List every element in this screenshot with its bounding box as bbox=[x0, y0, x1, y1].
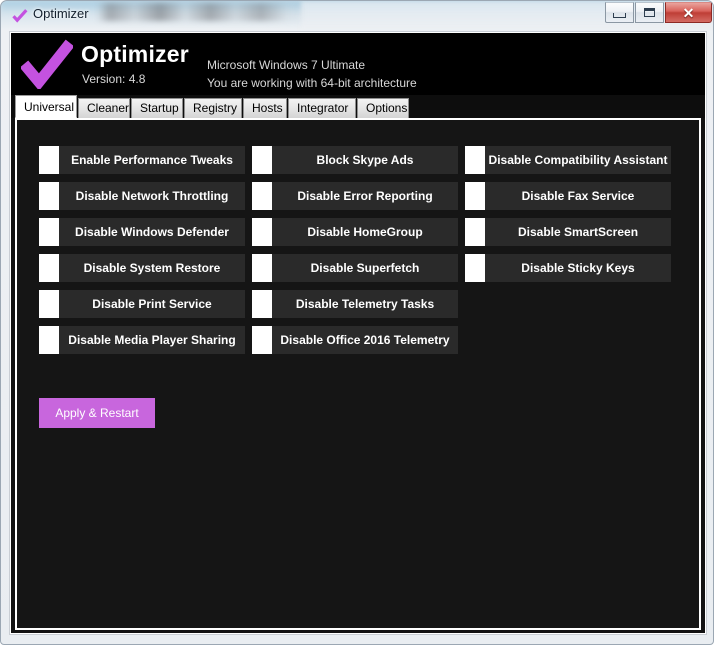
tweak-row: Disable Office 2016 Telemetry bbox=[252, 326, 458, 354]
close-icon: ✕ bbox=[683, 6, 695, 20]
tweak-checkbox[interactable] bbox=[39, 182, 59, 210]
tweak-checkbox[interactable] bbox=[465, 182, 485, 210]
tab-startup[interactable]: Startup bbox=[131, 98, 183, 118]
tweak-row: Disable SmartScreen bbox=[465, 218, 671, 246]
tweak-button[interactable]: Disable Office 2016 Telemetry bbox=[272, 326, 458, 354]
tab-integrator[interactable]: Integrator bbox=[288, 98, 356, 118]
tweak-checkbox[interactable] bbox=[39, 290, 59, 318]
tweak-row: Disable Print Service bbox=[39, 290, 245, 318]
tweak-button[interactable]: Disable Error Reporting bbox=[272, 182, 458, 210]
tab-hosts[interactable]: Hosts bbox=[243, 98, 287, 118]
brand-version: Version: 4.8 bbox=[82, 72, 145, 86]
tab-panel-universal: Enable Performance Tweaks Disable Network… bbox=[15, 118, 701, 630]
tweak-checkbox[interactable] bbox=[39, 326, 59, 354]
tweak-row: Disable Error Reporting bbox=[252, 182, 458, 210]
tweak-checkbox[interactable] bbox=[252, 290, 272, 318]
title-bar[interactable]: Optimizer ✕ bbox=[1, 1, 714, 31]
tab-options[interactable]: Options bbox=[357, 98, 409, 118]
tweak-button[interactable]: Block Skype Ads bbox=[272, 146, 458, 174]
tweak-grid: Enable Performance Tweaks Disable Network… bbox=[17, 120, 699, 628]
window-controls: ✕ bbox=[605, 2, 712, 24]
minimize-button[interactable] bbox=[605, 2, 634, 23]
tweak-row: Disable Telemetry Tasks bbox=[252, 290, 458, 318]
tweak-button[interactable]: Disable Telemetry Tasks bbox=[272, 290, 458, 318]
optimizer-logo-icon bbox=[21, 39, 73, 89]
tweak-checkbox[interactable] bbox=[252, 326, 272, 354]
window-checkmark-icon bbox=[11, 7, 29, 25]
maximize-button[interactable] bbox=[635, 2, 664, 23]
maximize-icon bbox=[644, 8, 655, 17]
tweak-checkbox[interactable] bbox=[465, 146, 485, 174]
application-window: Optimizer ✕ Optimizer Version: 4.8 Micr bbox=[0, 0, 714, 645]
tweak-row: Disable System Restore bbox=[39, 254, 245, 282]
tweak-button[interactable]: Disable Fax Service bbox=[485, 182, 671, 210]
apply-and-restart-button[interactable]: Apply & Restart bbox=[39, 398, 155, 428]
tweak-row: Disable Sticky Keys bbox=[465, 254, 671, 282]
minimize-icon bbox=[613, 13, 626, 18]
tweak-button[interactable]: Disable System Restore bbox=[59, 254, 245, 282]
tab-cleaner[interactable]: Cleaner bbox=[78, 98, 130, 118]
tweak-row: Disable Fax Service bbox=[465, 182, 671, 210]
tweak-checkbox[interactable] bbox=[39, 218, 59, 246]
tab-strip: UniversalCleanerStartupRegistryHostsInte… bbox=[11, 95, 705, 118]
tweak-button[interactable]: Disable Sticky Keys bbox=[485, 254, 671, 282]
tweak-button[interactable]: Enable Performance Tweaks bbox=[59, 146, 245, 174]
tweak-button[interactable]: Disable Windows Defender bbox=[59, 218, 245, 246]
tweak-button[interactable]: Disable SmartScreen bbox=[485, 218, 671, 246]
tweak-button[interactable]: Disable Network Throttling bbox=[59, 182, 245, 210]
tweak-button[interactable]: Disable HomeGroup bbox=[272, 218, 458, 246]
tab-universal[interactable]: Universal bbox=[15, 95, 77, 118]
close-button[interactable]: ✕ bbox=[665, 2, 712, 23]
tweak-row: Disable Windows Defender bbox=[39, 218, 245, 246]
tweak-checkbox[interactable] bbox=[252, 146, 272, 174]
tweak-row: Disable Network Throttling bbox=[39, 182, 245, 210]
tweak-row: Disable HomeGroup bbox=[252, 218, 458, 246]
tweak-button[interactable]: Disable Compatibility Assistant bbox=[485, 146, 671, 174]
tweak-checkbox[interactable] bbox=[465, 218, 485, 246]
tweak-row: Block Skype Ads bbox=[252, 146, 458, 174]
tweak-row: Disable Media Player Sharing bbox=[39, 326, 245, 354]
tweak-row: Disable Superfetch bbox=[252, 254, 458, 282]
tweak-checkbox[interactable] bbox=[39, 254, 59, 282]
brand-name: Optimizer bbox=[81, 41, 189, 68]
os-architecture: You are working with 64-bit architecture bbox=[207, 76, 417, 90]
tweak-button[interactable]: Disable Media Player Sharing bbox=[59, 326, 245, 354]
client-area: Optimizer Version: 4.8 Microsoft Windows… bbox=[9, 31, 707, 635]
app-header: Optimizer Version: 4.8 Microsoft Windows… bbox=[11, 33, 705, 95]
window-title: Optimizer bbox=[33, 6, 89, 21]
tweak-checkbox[interactable] bbox=[465, 254, 485, 282]
tweak-checkbox[interactable] bbox=[252, 254, 272, 282]
tab-registry[interactable]: Registry bbox=[184, 98, 242, 118]
os-name: Microsoft Windows 7 Ultimate bbox=[207, 58, 365, 72]
tweak-checkbox[interactable] bbox=[252, 218, 272, 246]
tweak-checkbox[interactable] bbox=[39, 146, 59, 174]
tweak-row: Enable Performance Tweaks bbox=[39, 146, 245, 174]
tweak-row: Disable Compatibility Assistant bbox=[465, 146, 671, 174]
tweak-button[interactable]: Disable Print Service bbox=[59, 290, 245, 318]
tweak-button[interactable]: Disable Superfetch bbox=[272, 254, 458, 282]
tweak-checkbox[interactable] bbox=[252, 182, 272, 210]
